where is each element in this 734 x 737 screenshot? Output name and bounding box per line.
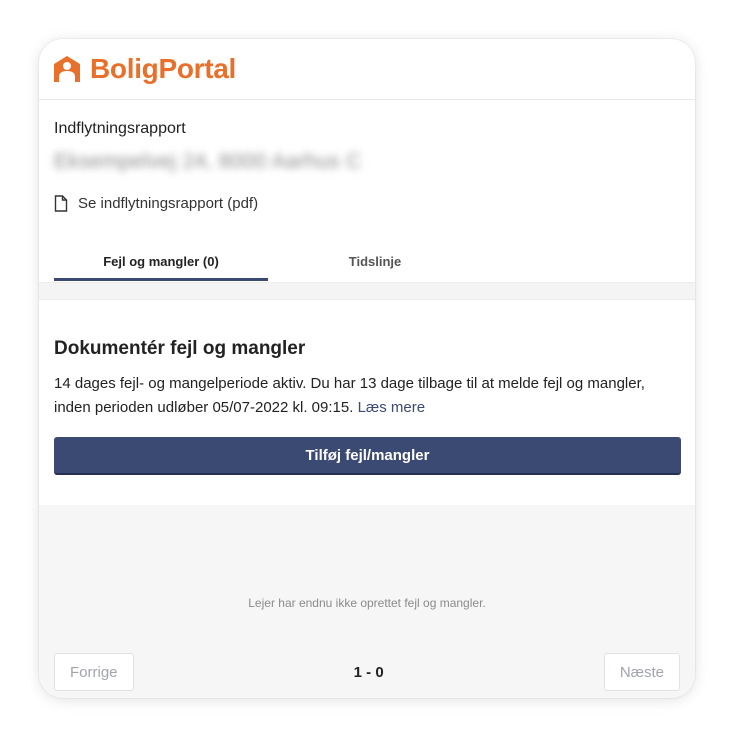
read-more-link[interactable]: Læs mere <box>358 399 426 416</box>
section-divider <box>39 282 695 300</box>
house-person-icon <box>54 56 80 82</box>
add-defect-button[interactable]: Tilføj fejl/mangler <box>54 437 681 475</box>
report-card: BoligPortal Indflytningsrapport Eksempel… <box>39 39 695 698</box>
document-section: Dokumentér fejl og mangler 14 dages fejl… <box>39 300 695 505</box>
section-description: 14 dages fejl- og mangelperiode aktiv. D… <box>54 372 680 420</box>
tab-tidslinje[interactable]: Tidslinje <box>268 243 482 281</box>
pagination: Forrige 1 - 0 Næste <box>54 653 680 691</box>
brand-logo[interactable]: BoligPortal <box>53 53 236 85</box>
prev-button[interactable]: Forrige <box>54 653 134 691</box>
empty-state-text: Lejer har endnu ikke oprettet fejl og ma… <box>248 595 486 610</box>
pdf-link[interactable]: Se indflytningsrapport (pdf) <box>54 195 258 212</box>
section-title: Dokumentér fejl og mangler <box>54 338 306 359</box>
page-range: 1 - 0 <box>353 663 384 681</box>
tab-bar: Fejl og mangler (0) Tidslinje <box>54 243 681 281</box>
pdf-link-label: Se indflytningsrapport (pdf) <box>78 195 259 212</box>
header: BoligPortal <box>39 39 695 100</box>
document-icon <box>54 195 68 212</box>
next-button[interactable]: Næste <box>603 653 680 691</box>
brand-name: BoligPortal <box>90 53 237 84</box>
report-title: Indflytningsrapport <box>54 120 186 137</box>
report-address: Eksempelvej 24, 8000 Aarhus C <box>54 150 362 173</box>
tab-fejl-og-mangler[interactable]: Fejl og mangler (0) <box>54 243 268 281</box>
report-info: Indflytningsrapport Eksempelvej 24, 8000… <box>39 100 695 282</box>
period-text: 14 dages fejl- og mangelperiode aktiv. D… <box>54 375 645 416</box>
